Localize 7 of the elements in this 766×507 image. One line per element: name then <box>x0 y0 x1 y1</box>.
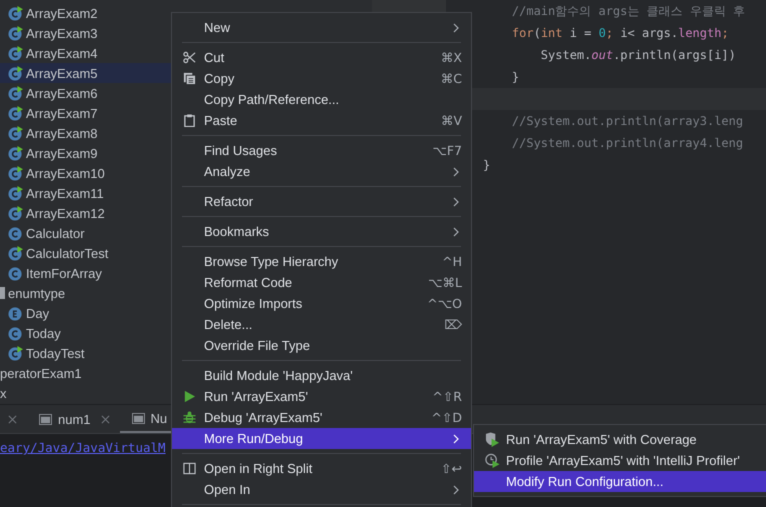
code-line: //System.out.println(array4.leng <box>510 135 744 152</box>
code-line: System.out.println(args[i]) <box>540 47 736 64</box>
code-line: for(int i = 0; i< args.length; <box>510 25 729 42</box>
code-line: } <box>483 157 490 174</box>
code-line: //main함수의 args는 클래스 우클릭 후 <box>510 3 746 20</box>
code-line: } <box>510 69 520 86</box>
code-line: //System.out.println(array3.leng <box>510 113 744 130</box>
